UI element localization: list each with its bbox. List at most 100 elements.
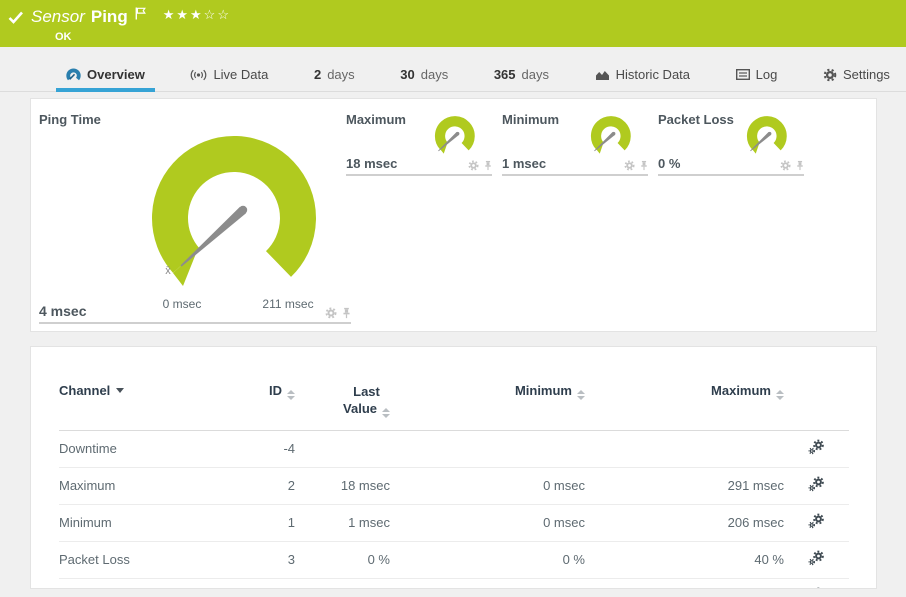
- tab-label: days: [327, 67, 354, 82]
- channel-id: 0: [245, 579, 295, 590]
- channel-name: Maximum: [59, 468, 245, 505]
- tab-30-days[interactable]: 30 days: [390, 63, 458, 91]
- gear-icon[interactable]: [325, 307, 337, 319]
- channel-minimum: 0 msec: [390, 505, 585, 542]
- tab-label: Overview: [87, 67, 145, 82]
- pin-icon[interactable]: [640, 160, 648, 171]
- column-label: Minimum: [515, 383, 572, 398]
- column-header-last-value[interactable]: Last Value: [295, 347, 390, 431]
- sort-icon[interactable]: [577, 390, 585, 400]
- gear-icon[interactable]: [468, 160, 479, 171]
- channel-name: Packet Loss: [59, 542, 245, 579]
- minimum-gauge: [584, 112, 634, 162]
- channel-minimum: 0 msec: [390, 579, 585, 590]
- tab-2-days[interactable]: 2 days: [304, 63, 365, 91]
- channel-name: Downtime: [59, 431, 245, 468]
- channel-id: -4: [245, 431, 295, 468]
- channel-settings-icon[interactable]: [808, 476, 825, 492]
- tab-label: Historic Data: [616, 67, 690, 82]
- ping-time-gauge: 0 msec 211 msec x̄: [124, 116, 344, 316]
- column-header-channel[interactable]: Channel: [59, 347, 245, 431]
- minimum-panel: Minimum 1 msec: [502, 112, 648, 176]
- tab-settings[interactable]: Settings: [813, 63, 900, 91]
- column-label: Channel: [59, 383, 110, 398]
- gear-icon[interactable]: [624, 160, 635, 171]
- channel-settings-icon[interactable]: [808, 550, 825, 566]
- overview-gauges-card: Ping Time 0 msec 211 msec x̄ 4 msec: [30, 98, 877, 332]
- column-label: Value: [343, 401, 377, 416]
- log-icon: [736, 69, 750, 80]
- table-row: Ping Time 0 4 msec 0 msec 211 msec: [59, 579, 849, 590]
- tab-bar: Overview Live Data 2 days 30 days 365 da…: [0, 63, 906, 92]
- channel-last-value: 18 msec: [295, 468, 390, 505]
- tab-log[interactable]: Log: [726, 63, 788, 91]
- column-header-maximum[interactable]: Maximum: [585, 347, 784, 431]
- channel-minimum: 0 msec: [390, 468, 585, 505]
- column-header-id[interactable]: ID: [245, 347, 295, 431]
- maximum-panel: Maximum 18 msec: [346, 112, 492, 176]
- sort-icon[interactable]: [776, 390, 784, 400]
- channels-table: Channel ID Last Value Minimum Maximum: [59, 347, 849, 589]
- pin-icon[interactable]: [484, 160, 492, 171]
- sort-desc-icon[interactable]: [116, 388, 124, 393]
- sort-icon[interactable]: [382, 408, 390, 418]
- packet-loss-gauge: [740, 112, 790, 162]
- tab-number: 365: [494, 67, 516, 82]
- table-row: Minimum 1 1 msec 0 msec 206 msec: [59, 505, 849, 542]
- channel-last-value: 0 %: [295, 542, 390, 579]
- channel-last-value: 1 msec: [295, 505, 390, 542]
- channel-maximum: [585, 431, 784, 468]
- channel-minimum: [390, 431, 585, 468]
- tab-label: Live Data: [213, 67, 268, 82]
- minimum-value: 1 msec: [502, 156, 546, 171]
- gauge-average-marker: x̄: [165, 265, 171, 277]
- packet-loss-panel: Packet Loss 0 %: [658, 112, 804, 176]
- channel-maximum: 40 %: [585, 542, 784, 579]
- tab-365-days[interactable]: 365 days: [484, 63, 559, 91]
- channel-id: 2: [245, 468, 295, 505]
- pin-icon[interactable]: [796, 160, 804, 171]
- column-header-minimum[interactable]: Minimum: [390, 347, 585, 431]
- tab-overview[interactable]: Overview: [56, 63, 155, 91]
- priority-stars[interactable]: ★★★☆☆: [163, 7, 231, 23]
- check-ok-icon: [8, 11, 24, 24]
- gear-icon[interactable]: [780, 160, 791, 171]
- gauge-icon: [66, 68, 81, 82]
- tab-number: 30: [400, 67, 414, 82]
- tab-live-data[interactable]: Live Data: [180, 63, 278, 91]
- channel-settings-icon[interactable]: [808, 439, 825, 455]
- sensor-type-label: Sensor: [31, 7, 85, 27]
- tab-label: days: [522, 67, 549, 82]
- sensor-header: Sensor Ping ★★★☆☆ OK: [0, 0, 906, 47]
- channel-id: 3: [245, 542, 295, 579]
- channel-id: 1: [245, 505, 295, 542]
- table-row: Packet Loss 3 0 % 0 % 40 %: [59, 542, 849, 579]
- table-row: Maximum 2 18 msec 0 msec 291 msec: [59, 468, 849, 505]
- channel-maximum: 211 msec: [585, 579, 784, 590]
- table-header-row: Channel ID Last Value Minimum Maximum: [59, 347, 849, 431]
- channel-maximum: 291 msec: [585, 468, 784, 505]
- sort-icon[interactable]: [287, 390, 295, 400]
- column-label: Maximum: [711, 383, 771, 398]
- channel-settings-icon[interactable]: [808, 587, 825, 589]
- channel-name: Minimum: [59, 505, 245, 542]
- channels-table-card: Channel ID Last Value Minimum Maximum: [30, 346, 877, 589]
- table-row: Downtime -4: [59, 431, 849, 468]
- maximum-gauge: [428, 112, 478, 162]
- broadcast-icon: [190, 69, 207, 81]
- sensor-name: Ping: [91, 7, 128, 27]
- channel-name: Ping Time: [59, 579, 245, 590]
- channel-maximum: 206 msec: [585, 505, 784, 542]
- flag-icon[interactable]: [135, 7, 146, 20]
- tab-historic-data[interactable]: Historic Data: [585, 63, 700, 91]
- pin-icon[interactable]: [342, 307, 351, 319]
- panel-footer: 4 msec: [39, 303, 351, 324]
- channel-minimum: 0 %: [390, 542, 585, 579]
- tab-label: Settings: [843, 67, 890, 82]
- gauge-arc: [124, 116, 344, 316]
- column-header-actions: [784, 347, 849, 431]
- tab-label: Log: [756, 67, 778, 82]
- channel-settings-icon[interactable]: [808, 513, 825, 529]
- tab-number: 2: [314, 67, 321, 82]
- packet-loss-value: 0 %: [658, 156, 680, 171]
